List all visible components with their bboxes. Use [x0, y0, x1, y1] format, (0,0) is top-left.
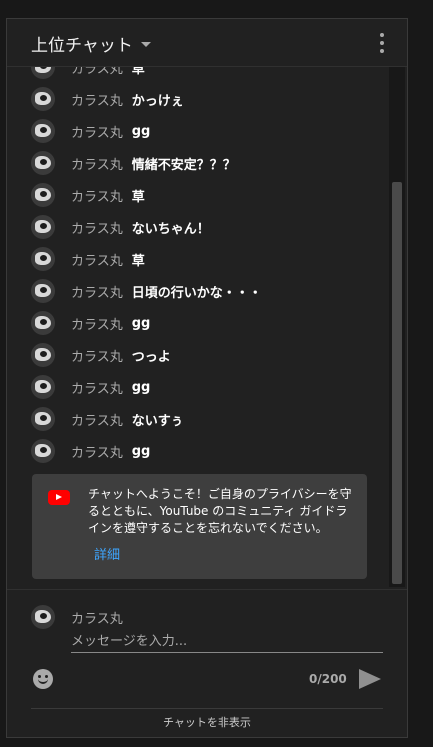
message-author[interactable]: カラス丸	[71, 186, 123, 205]
avatar[interactable]	[31, 375, 55, 399]
chat-message: カラス丸 gg	[31, 119, 150, 143]
message-text: 草	[131, 189, 145, 205]
welcome-text: チャットへようこそ！ご自身のプライバシーを守るとともに、YouTube のコミュ…	[88, 487, 352, 535]
dropdown-caret-icon	[140, 42, 151, 47]
avatar[interactable]	[31, 119, 55, 143]
message-text: つっよ	[131, 349, 171, 365]
message-author[interactable]: カラス丸	[71, 90, 123, 109]
avatar[interactable]	[31, 343, 55, 367]
avatar[interactable]	[31, 407, 55, 431]
chat-mode-label: 上位チャット	[31, 36, 133, 56]
message-text: 情緒不安定？？？	[131, 157, 236, 173]
message-text: 草	[131, 253, 145, 269]
message-author[interactable]: カラス丸	[71, 378, 123, 397]
message-text: 草	[131, 67, 145, 77]
message-text: ないすぅ	[131, 413, 184, 429]
message-text: かっけぇ	[131, 93, 184, 109]
message-author[interactable]: カラス丸	[71, 154, 123, 173]
message-author[interactable]: カラス丸	[71, 218, 123, 237]
message-text: gg	[131, 443, 151, 459]
composer-author-name: カラス丸	[71, 612, 123, 627]
scrollbar-thumb[interactable]	[392, 182, 402, 584]
message-author[interactable]: カラス丸	[71, 250, 123, 269]
message-text: gg	[131, 315, 151, 331]
message-author[interactable]: カラス丸	[71, 346, 123, 365]
avatar[interactable]	[31, 87, 55, 111]
hide-chat-button[interactable]: チャットを非表示	[7, 714, 407, 730]
chat-message: カラス丸 ないすぅ	[31, 407, 183, 431]
chat-message: カラス丸 つっよ	[31, 343, 171, 367]
message-author[interactable]: カラス丸	[71, 67, 123, 77]
chat-message: カラス丸 情緒不安定？？？	[31, 151, 236, 175]
avatar[interactable]	[31, 439, 55, 463]
chat-header: 上位チャット	[7, 19, 407, 67]
chat-message: カラス丸 草	[31, 247, 145, 271]
scrollbar[interactable]	[389, 67, 405, 587]
message-composer: カラス丸 0/200 チャットを非表示	[7, 589, 407, 739]
chat-message: カラス丸 gg	[31, 439, 150, 463]
avatar[interactable]	[31, 279, 55, 303]
message-text: ないちゃん！	[131, 221, 210, 237]
message-author[interactable]: カラス丸	[71, 314, 123, 333]
chat-message: カラス丸 ないちゃん！	[31, 215, 210, 239]
message-text: gg	[131, 379, 151, 395]
chat-message: カラス丸 日頃の行いかな・・・	[31, 279, 262, 303]
avatar[interactable]	[31, 247, 55, 271]
message-author[interactable]: カラス丸	[71, 282, 123, 301]
learn-more-link[interactable]: 詳細	[94, 544, 120, 563]
emoji-icon[interactable]	[33, 669, 53, 689]
chat-message: カラス丸 gg	[31, 311, 150, 335]
more-vert-icon[interactable]	[379, 33, 385, 53]
avatar[interactable]	[31, 183, 55, 207]
chat-messages[interactable]: カラス丸 草 カラス丸 かっけぇ カラス丸 gg カラス丸 情緒不安定？？？ カ…	[7, 67, 407, 587]
avatar	[31, 605, 55, 629]
chat-message: カラス丸 gg	[31, 375, 150, 399]
avatar[interactable]	[31, 67, 55, 79]
send-icon[interactable]	[359, 669, 381, 689]
character-counter: 0/200	[309, 672, 347, 686]
chat-message: カラス丸 草	[31, 67, 145, 79]
live-chat-panel: 上位チャット カラス丸 草 カラス丸 かっけぇ カラス丸 gg カラス丸 情緒不…	[6, 18, 408, 738]
message-author[interactable]: カラス丸	[71, 410, 123, 429]
message-input[interactable]	[71, 630, 383, 653]
message-text: gg	[131, 123, 151, 139]
avatar[interactable]	[31, 311, 55, 335]
divider	[31, 708, 383, 709]
welcome-banner: チャットへようこそ！ご自身のプライバシーを守るとともに、YouTube のコミュ…	[32, 474, 367, 579]
avatar[interactable]	[31, 151, 55, 175]
message-author[interactable]: カラス丸	[71, 442, 123, 461]
chat-message: カラス丸 草	[31, 183, 145, 207]
chat-message: カラス丸 かっけぇ	[31, 87, 184, 111]
youtube-icon	[48, 490, 70, 505]
chat-mode-selector[interactable]: 上位チャット	[31, 31, 151, 56]
message-text: 日頃の行いかな・・・	[131, 285, 262, 301]
message-author[interactable]: カラス丸	[71, 122, 123, 141]
avatar[interactable]	[31, 215, 55, 239]
